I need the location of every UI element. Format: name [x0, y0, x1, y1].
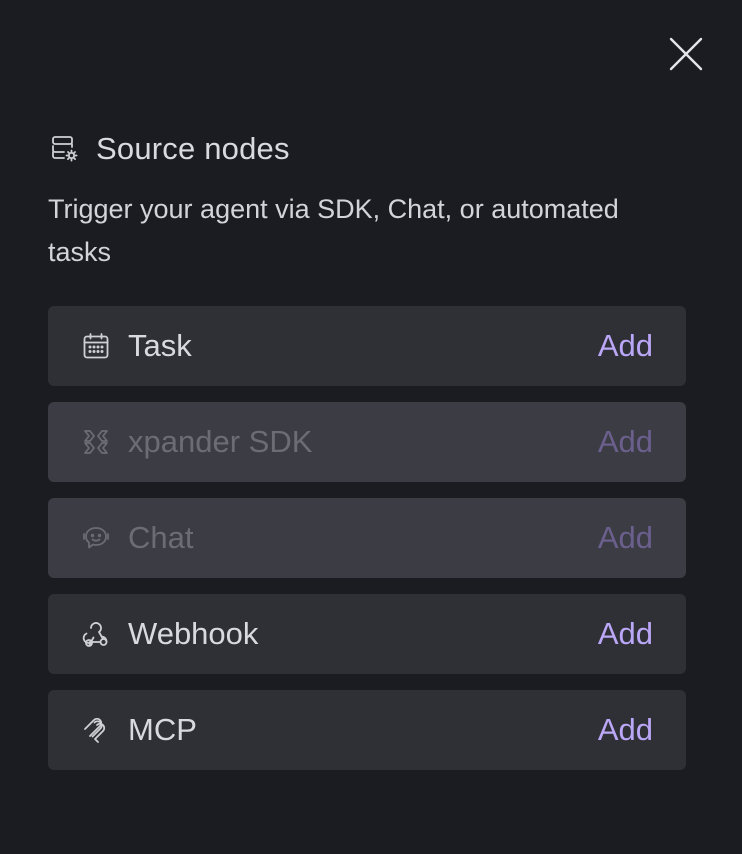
add-xpander-sdk-button: Add	[597, 424, 653, 459]
source-row-chat: Chat Add	[48, 498, 686, 578]
close-button[interactable]	[666, 34, 706, 74]
database-gear-icon	[48, 133, 80, 165]
close-icon	[669, 37, 703, 71]
add-task-button[interactable]: Add	[598, 328, 653, 364]
source-label-xpander-sdk: xpander SDK	[128, 424, 313, 459]
add-webhook-button[interactable]: Add	[598, 616, 653, 652]
add-chat-button: Add	[597, 520, 653, 555]
source-label-chat: Chat	[128, 520, 194, 555]
webhook-icon	[80, 618, 112, 650]
source-label-mcp: MCP	[128, 712, 197, 747]
source-label-task: Task	[128, 328, 192, 363]
mcp-icon	[80, 714, 112, 746]
source-nodes-panel: Source nodes Trigger your agent via SDK,…	[0, 0, 742, 854]
panel-header: Source nodes	[48, 128, 290, 170]
chat-bot-icon	[80, 522, 112, 554]
xpander-logo-icon	[80, 426, 112, 458]
source-row-task[interactable]: Task Add	[48, 306, 686, 386]
panel-subtitle: Trigger your agent via SDK, Chat, or aut…	[48, 194, 619, 267]
calendar-icon	[80, 330, 112, 362]
add-mcp-button[interactable]: Add	[598, 712, 653, 748]
source-row-webhook[interactable]: Webhook Add	[48, 594, 686, 674]
source-row-mcp[interactable]: MCP Add	[48, 690, 686, 770]
panel-title: Source nodes	[96, 131, 290, 166]
source-node-list: Task Add xpander SDK Add Chat Add Webhoo…	[48, 306, 686, 786]
source-label-webhook: Webhook	[128, 616, 259, 651]
source-row-xpander-sdk: xpander SDK Add	[48, 402, 686, 482]
